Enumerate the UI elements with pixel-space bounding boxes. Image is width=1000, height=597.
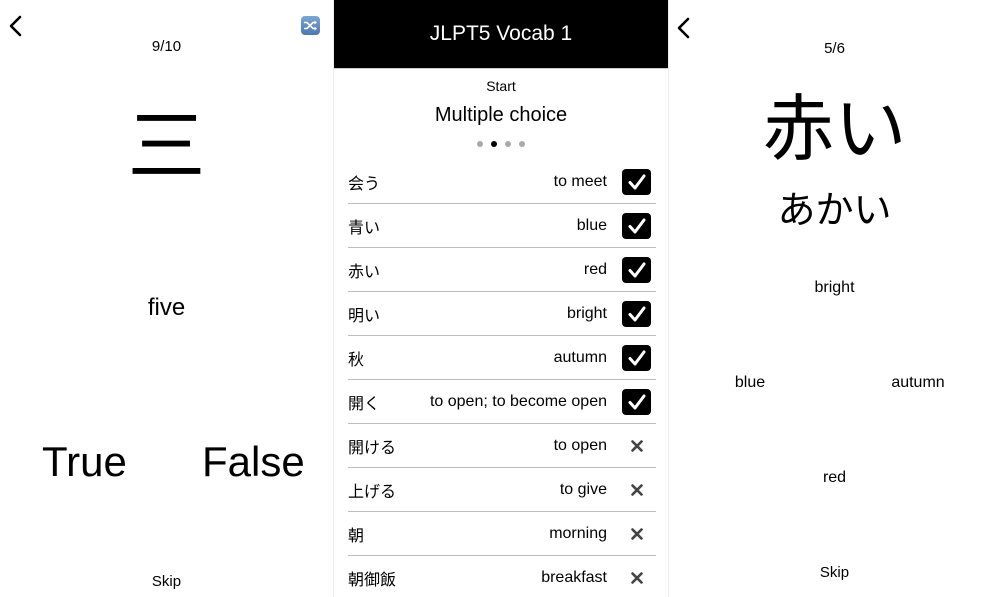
chevron-left-icon — [9, 15, 22, 37]
term-kanji: 赤い — [762, 87, 907, 171]
learned-checkbox[interactable] — [622, 388, 651, 415]
word-japanese: 会う — [348, 173, 381, 193]
page-dot[interactable] — [477, 141, 483, 147]
word-english: red — [583, 260, 607, 278]
learned-checkbox[interactable] — [622, 168, 651, 195]
word-japanese: 明い — [348, 305, 381, 325]
true-button[interactable]: True — [42, 438, 127, 486]
mode-page-indicator[interactable] — [334, 141, 668, 147]
word-row[interactable]: 開ける to open — [348, 424, 656, 468]
x-mark-icon — [630, 439, 643, 452]
word-english: breakfast — [541, 568, 607, 586]
not-learned-toggle[interactable] — [622, 433, 651, 459]
word-japanese: 開ける — [348, 437, 397, 457]
word-row[interactable]: 赤い red — [348, 248, 656, 292]
mode-label: Multiple choice — [434, 104, 568, 126]
skip-button[interactable]: Skip — [669, 564, 1000, 581]
word-english: to open — [553, 436, 607, 454]
x-mark-icon — [630, 483, 643, 496]
not-learned-toggle[interactable] — [622, 477, 651, 503]
checkmark-icon — [628, 262, 645, 277]
x-mark-icon — [630, 571, 643, 584]
progress-counter: 9/10 — [151, 38, 182, 55]
proposed-meaning: five — [147, 294, 186, 321]
term-reading: あかい — [777, 188, 892, 232]
page-dot[interactable] — [491, 141, 497, 147]
word-english: autumn — [553, 348, 607, 366]
deck-screen: JLPT5 Vocab 1 Start Multiple choice 会う to… — [333, 0, 669, 597]
back-button[interactable] — [6, 14, 26, 38]
word-list: 会う to meet 青い blue 赤い red 明い bright 秋 autumn 開く to … — [348, 160, 656, 597]
choice-left[interactable]: blue — [719, 374, 781, 392]
word-row[interactable]: 朝 morning — [348, 512, 656, 556]
deck-title: JLPT5 Vocab 1 — [334, 0, 668, 69]
progress-counter: 5/6 — [824, 40, 845, 57]
word-japanese: 開く — [348, 393, 381, 413]
multiple-choice-screen: 5/6 赤い あかい bright blue autumn red Skip — [669, 0, 1000, 597]
word-english: morning — [549, 524, 607, 542]
word-english: bright — [566, 304, 607, 322]
start-button[interactable]: Start — [334, 78, 668, 94]
word-japanese: 青い — [348, 217, 381, 237]
not-learned-toggle[interactable] — [622, 565, 651, 591]
not-learned-toggle[interactable] — [622, 521, 651, 547]
checkmark-icon — [628, 174, 645, 189]
word-japanese: 上げる — [348, 481, 397, 501]
word-row[interactable]: 秋 autumn — [348, 336, 656, 380]
choice-right[interactable]: autumn — [881, 374, 955, 392]
page-dot[interactable] — [505, 141, 511, 147]
word-row[interactable]: 開く to open; to become open — [348, 380, 656, 424]
choice-top[interactable]: bright — [669, 279, 1000, 297]
chevron-left-icon — [677, 17, 690, 39]
word-english: blue — [576, 216, 607, 234]
skip-button[interactable]: Skip — [0, 573, 333, 590]
choice-bottom[interactable]: red — [669, 469, 1000, 487]
word-japanese: 朝 — [348, 525, 365, 545]
learned-checkbox[interactable] — [622, 212, 651, 239]
learned-checkbox[interactable] — [622, 344, 651, 371]
word-english: to open; to become open — [429, 392, 607, 410]
word-row[interactable]: 明い bright — [348, 292, 656, 336]
word-row[interactable]: 会う to meet — [348, 160, 656, 204]
shuffle-button[interactable] — [301, 16, 320, 35]
shuffle-icon — [304, 20, 317, 31]
false-button[interactable]: False — [202, 438, 305, 486]
word-english: to meet — [553, 172, 607, 190]
page-dot[interactable] — [519, 141, 525, 147]
word-row[interactable]: 青い blue — [348, 204, 656, 248]
checkmark-icon — [628, 394, 645, 409]
learned-checkbox[interactable] — [622, 300, 651, 327]
true-false-screen: 9/10 三 five True False Skip — [0, 0, 333, 597]
word-english: to give — [559, 480, 607, 498]
checkmark-icon — [628, 350, 645, 365]
word-row[interactable]: 上げる to give — [348, 468, 656, 512]
word-japanese: 朝御飯 — [348, 569, 397, 589]
checkmark-icon — [628, 306, 645, 321]
back-button[interactable] — [674, 16, 694, 40]
checkmark-icon — [628, 218, 645, 233]
learned-checkbox[interactable] — [622, 256, 651, 283]
word-japanese: 赤い — [348, 261, 381, 281]
term-kanji: 三 — [127, 102, 206, 192]
x-mark-icon — [630, 527, 643, 540]
word-japanese: 秋 — [348, 349, 365, 369]
word-row[interactable]: 朝御飯 breakfast — [348, 556, 656, 597]
